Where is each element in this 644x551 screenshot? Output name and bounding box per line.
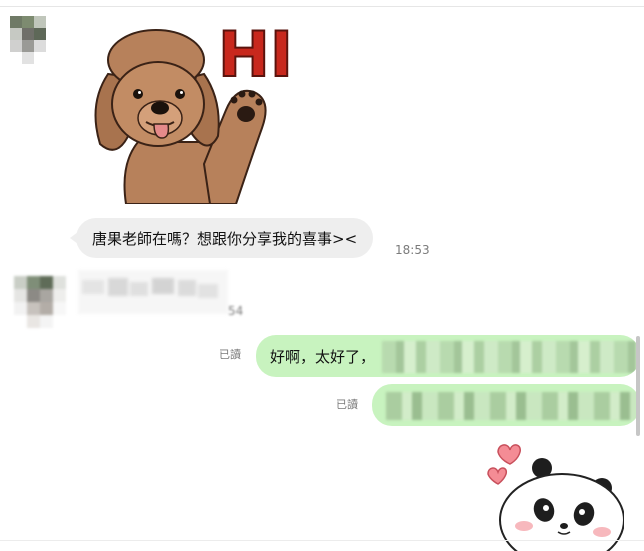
scrollbar[interactable] — [636, 336, 640, 436]
dog-hi-sticker[interactable]: HI — [86, 14, 308, 204]
avatar[interactable] — [14, 276, 66, 328]
top-divider — [0, 6, 644, 7]
outgoing-message-text: 好啊，太好了， — [270, 347, 376, 366]
panda-sticker[interactable] — [484, 440, 624, 551]
heart-icon — [487, 467, 508, 485]
input-area-edge — [0, 540, 644, 551]
blurred-incoming-message — [78, 270, 228, 314]
blurred-timestamp: 54 — [228, 304, 244, 318]
blurred-text — [386, 392, 638, 420]
incoming-message-text: 唐果老師在嗎？想跟你分享我的喜事>< — [92, 229, 358, 248]
avatar[interactable] — [10, 16, 58, 64]
blurred-text — [382, 341, 640, 373]
outgoing-message-bubble[interactable] — [372, 384, 640, 426]
incoming-message-bubble[interactable]: 唐果老師在嗎？想跟你分享我的喜事>< — [69, 218, 374, 258]
heart-icon — [497, 444, 521, 465]
message-timestamp: 18:53 — [395, 243, 430, 257]
outgoing-message-bubble[interactable]: 好啊，太好了， — [256, 335, 640, 377]
sticker-hi-text: HI — [218, 18, 293, 91]
read-receipt: 已讀 — [219, 348, 241, 361]
read-receipt: 已讀 — [336, 398, 358, 411]
